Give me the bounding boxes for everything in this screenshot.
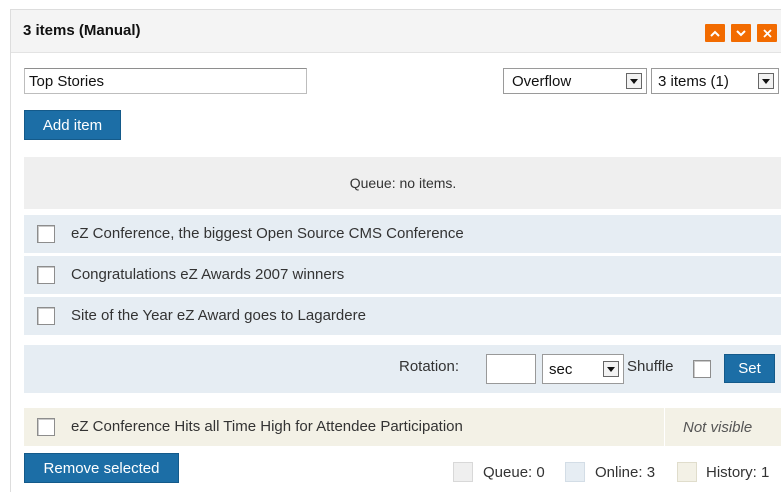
close-icon [762,28,772,38]
dropdown-arrow-icon [758,73,774,89]
item-label: Site of the Year eZ Award goes to Lagard… [71,307,366,324]
move-up-button[interactable] [705,24,725,42]
item-checkbox[interactable] [37,225,55,243]
online-legend-swatch [565,462,585,482]
item-label: eZ Conference Hits all Time High for Att… [71,418,463,435]
rotation-unit-value: sec [549,360,573,378]
chevron-down-icon [736,29,746,36]
shuffle-label: Shuffle [627,358,674,375]
remove-selected-button[interactable]: Remove selected [24,453,179,483]
remove-block-button[interactable] [757,24,777,42]
shuffle-checkbox[interactable] [693,360,711,378]
rotation-unit-select[interactable]: sec [542,354,624,384]
list-item: Site of the Year eZ Award goes to Lagard… [24,297,781,335]
visibility-status: Not visible [664,408,781,446]
item-checkbox[interactable] [37,307,55,325]
block-header: 3 items (Manual) [11,10,781,53]
manual-block-panel: 3 items (Manual) Overflow 3 items (1) [10,9,781,492]
chevron-up-icon [710,30,720,37]
item-checkbox[interactable] [37,266,55,284]
history-legend-swatch [677,462,697,482]
move-down-button[interactable] [731,24,751,42]
dropdown-arrow-icon [626,73,642,89]
block-name-input[interactable] [24,68,307,94]
queue-status: Queue: no items. [24,157,781,209]
dropdown-arrow-icon [603,361,619,377]
queue-legend-swatch [453,462,473,482]
item-label: eZ Conference, the biggest Open Source C… [71,225,464,242]
queue-count: Queue: 0 [483,464,545,481]
rotation-label: Rotation: [399,358,460,375]
queue-message: Queue: no items. [349,175,457,191]
view-select[interactable]: Overflow [503,68,647,94]
items-count-select[interactable]: 3 items (1) [651,68,779,94]
list-item: eZ Conference, the biggest Open Source C… [24,215,781,253]
rotation-settings: Rotation: sec Shuffle Set [24,345,781,393]
add-item-button[interactable]: Add item [24,110,121,140]
history-count: History: 1 [706,464,770,481]
item-label: Congratulations eZ Awards 2007 winners [71,266,345,283]
list-item: Congratulations eZ Awards 2007 winners [24,256,781,294]
set-rotation-button[interactable]: Set [724,354,775,383]
items-count-value: 3 items (1) [658,72,729,90]
block-title: 3 items (Manual) [23,22,141,39]
rotation-input[interactable] [486,354,536,384]
hidden-list-item: eZ Conference Hits all Time High for Att… [24,408,781,446]
item-checkbox[interactable] [37,418,55,436]
view-select-value: Overflow [512,72,572,90]
online-count: Online: 3 [595,464,656,481]
